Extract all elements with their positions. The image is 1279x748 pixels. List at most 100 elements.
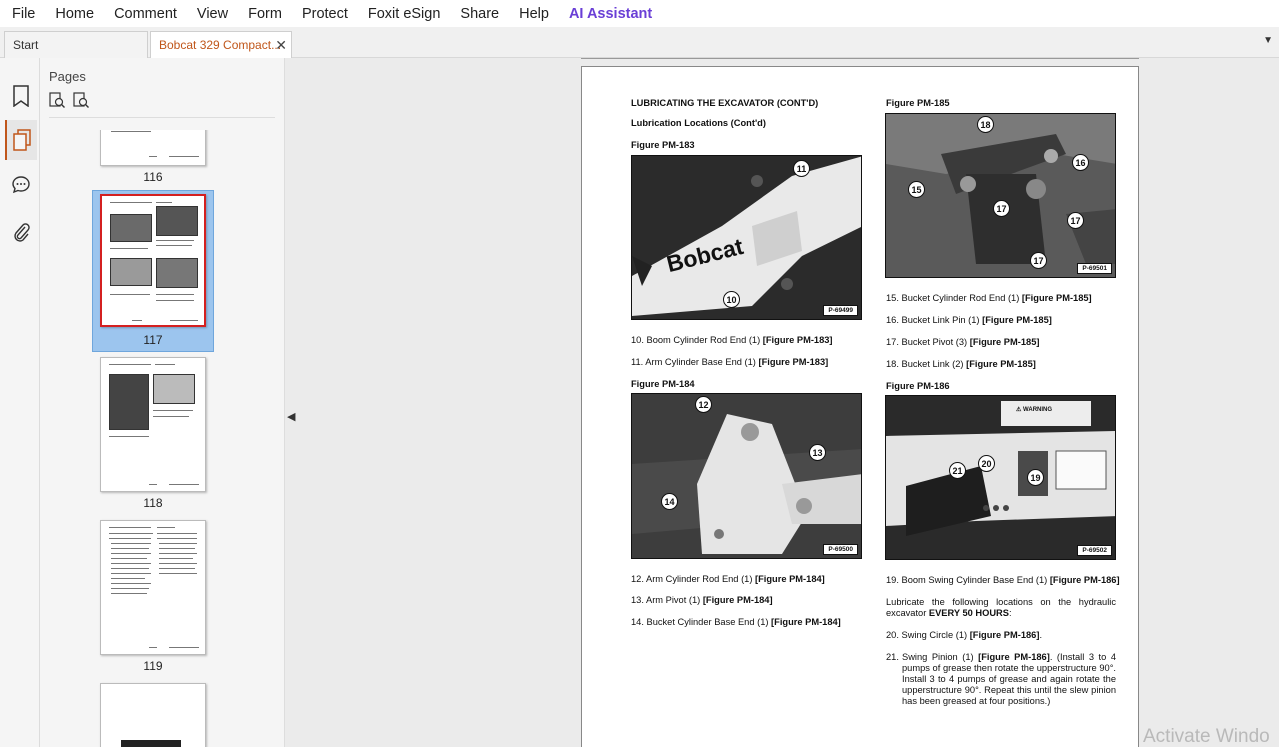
item-text: 17. Bucket Pivot (3) (886, 337, 970, 347)
figure-photo (886, 396, 1115, 559)
page-thumbnail-120[interactable] (100, 683, 206, 747)
menu-foxit-esign[interactable]: Foxit eSign (358, 6, 451, 22)
item-text: 15. Bucket Cylinder Rod End (1) (886, 293, 1022, 303)
comments-panel-button[interactable] (5, 165, 37, 205)
callout: 16 (1072, 154, 1089, 171)
menu-protect[interactable]: Protect (292, 6, 358, 22)
figure-caption: Figure PM-186 (886, 381, 950, 391)
thumbnail-zoom-in-icon[interactable] (49, 92, 65, 108)
activation-watermark: Activate Windo (1143, 726, 1270, 747)
figure-reference: [Figure PM-184] (755, 574, 825, 584)
attachments-panel-button[interactable] (5, 212, 37, 252)
pdf-page: LUBRICATING THE EXCAVATOR (CONT'D) Lubri… (581, 66, 1139, 747)
pages-toolbar (49, 92, 89, 108)
menu-help[interactable]: Help (509, 6, 559, 22)
page-thumbnail-119[interactable] (100, 520, 206, 655)
list-item: 15. Bucket Cylinder Rod End (1) [Figure … (886, 293, 1092, 303)
figure-pm-184: 12 13 14 P-69500 (631, 393, 862, 559)
figure-reference: [Figure PM-186] (969, 630, 1040, 640)
tab-bar: Start Bobcat 329 Compact... ✕ (0, 27, 1279, 58)
bookmark-panel-button[interactable] (5, 76, 37, 116)
menu-file[interactable]: File (0, 6, 45, 22)
figure-pm-186: ⚠ WARNING 21 20 19 P-69502 (885, 395, 1116, 560)
list-item: 14. Bucket Cylinder Base End (1) [Figure… (631, 617, 841, 627)
figure-reference: [Figure PM-185] (969, 337, 1040, 347)
callout: 15 (908, 181, 925, 198)
figure-tag: P-69499 (823, 305, 858, 316)
callout: 21 (949, 462, 966, 479)
paperclip-icon (14, 223, 30, 242)
callout: 19 (1027, 469, 1044, 486)
figure-reference: [Figure PM-186] (1049, 575, 1120, 585)
figure-caption: Figure PM-183 (631, 140, 695, 150)
thumbnail-label: 118 (143, 496, 163, 510)
callout: 17 (1067, 212, 1084, 229)
callout: 10 (723, 291, 740, 308)
page-subheading: Lubrication Locations (Cont'd) (631, 118, 766, 128)
interval-text: EVERY 50 HOURS (928, 608, 1009, 618)
figure-tag: P-69501 (1077, 263, 1112, 274)
divider (49, 117, 275, 118)
pages-panel-button[interactable] (5, 120, 37, 160)
callout: 20 (978, 455, 995, 472)
item-text: 10. Boom Cylinder Rod End (1) (631, 335, 763, 345)
figure-caption: Figure PM-185 (886, 98, 950, 108)
figure-reference: [Figure PM-185] (982, 315, 1052, 325)
thumbnail-label: 116 (143, 170, 163, 184)
figure-reference: [Figure PM-183] (762, 335, 833, 345)
figure-reference: [Figure PM-185] (966, 359, 1036, 369)
item-text: 13. Arm Pivot (1) (631, 595, 703, 605)
callout: 13 (809, 444, 826, 461)
thumbnail-zoom-out-icon[interactable] (73, 92, 89, 108)
left-rail (0, 58, 40, 747)
tab-start[interactable]: Start (4, 31, 148, 58)
menu-share[interactable]: Share (450, 6, 509, 22)
item-text: 11. Arm Cylinder Base End (1) (631, 357, 759, 367)
callout: 14 (661, 493, 678, 510)
item-text: 18. Bucket Link (2) (886, 359, 967, 369)
callout: 17 (1030, 252, 1047, 269)
figure-pm-185: 18 16 15 17 17 17 P-69501 (885, 113, 1116, 278)
close-icon[interactable]: ✕ (275, 37, 287, 54)
page-thumbnail-117[interactable] (100, 194, 206, 327)
figure-tag: P-69500 (823, 544, 858, 555)
item-text: 12. Arm Cylinder Rod End (1) (631, 574, 756, 584)
figure-reference: [Figure PM-184] (702, 595, 773, 605)
bookmark-icon (13, 85, 29, 107)
menu-ai-assistant[interactable]: AI Assistant (559, 6, 662, 22)
menu-view[interactable]: View (187, 6, 238, 22)
figure-reference: [Figure PM-184] (771, 617, 841, 627)
item-text: 20. Swing Circle (1) (886, 630, 970, 640)
menu-form[interactable]: Form (238, 6, 292, 22)
figure-reference: [Figure PM-183] (758, 357, 829, 367)
page-thumbnail-118[interactable] (100, 357, 206, 492)
collapse-left-icon: ◀ (287, 411, 296, 423)
page-thumbnail-116[interactable] (100, 130, 206, 166)
thumbnail-label: 117 (143, 333, 163, 347)
logo-mark (121, 740, 181, 747)
figure-photo (632, 156, 861, 319)
figure-reference: [Figure PM-186] (978, 652, 1050, 662)
tab-document[interactable]: Bobcat 329 Compact... ✕ (150, 31, 292, 58)
callout: 17 (993, 200, 1010, 217)
list-item: 11. Arm Cylinder Base End (1) [Figure PM… (631, 357, 828, 367)
item-suffix: . (1039, 630, 1043, 640)
menu-home[interactable]: Home (45, 6, 104, 22)
comment-icon (12, 176, 30, 194)
thumbnail-label: 119 (143, 659, 163, 673)
tab-document-label: Bobcat 329 Compact... (159, 38, 282, 52)
pages-icon (13, 129, 31, 151)
list-item: 12. Arm Cylinder Rod End (1) [Figure PM-… (631, 574, 825, 584)
tab-start-label: Start (13, 38, 39, 52)
list-item: 13. Arm Pivot (1) [Figure PM-184] (631, 595, 773, 605)
list-item: 19. Boom Swing Cylinder Base End (1) [Fi… (886, 575, 1120, 585)
warning-label: ⚠ WARNING (1016, 407, 1053, 413)
menu-comment[interactable]: Comment (104, 6, 187, 22)
tab-list-dropdown-icon[interactable]: ▼ (1263, 35, 1273, 46)
figure-caption: Figure PM-184 (631, 379, 695, 389)
list-item: 18. Bucket Link (2) [Figure PM-185] (886, 359, 1036, 369)
figure-tag: P-69502 (1077, 545, 1112, 556)
menu-bar: File Home Comment View Form Protect Foxi… (0, 0, 1279, 27)
item-text: 14. Bucket Cylinder Base End (1) (631, 617, 772, 627)
panel-collapse-handle[interactable]: ◀ (284, 58, 298, 747)
